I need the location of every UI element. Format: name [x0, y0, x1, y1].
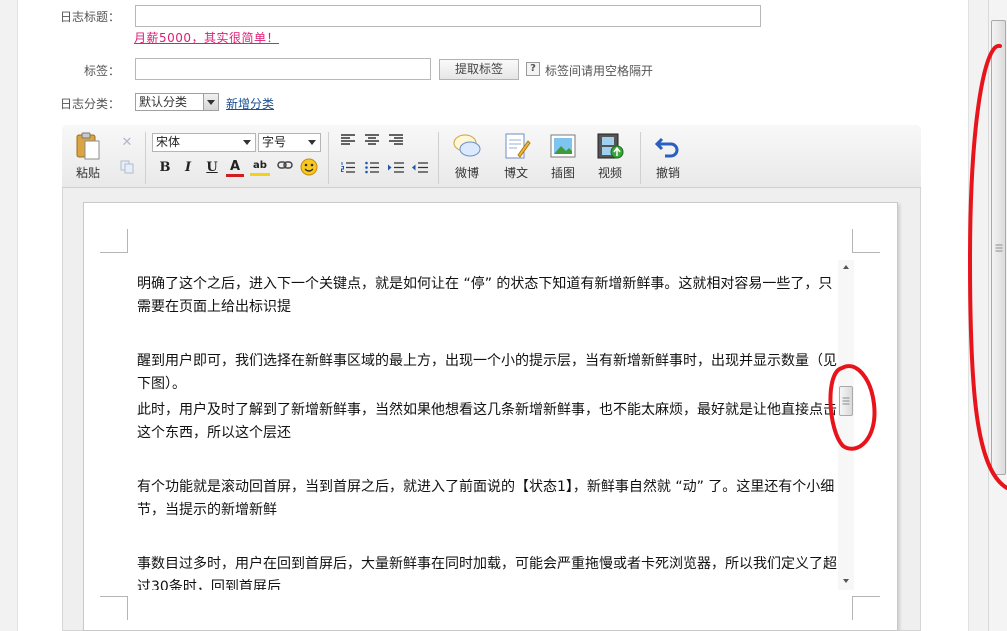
insert-image-label: 插图 — [550, 166, 575, 180]
blog-article-label: 博文 — [503, 166, 528, 180]
link-icon[interactable] — [276, 159, 294, 177]
extract-tags-button[interactable]: 提取标签 — [439, 59, 519, 80]
weibo-label: 微博 — [454, 166, 479, 180]
paragraph: 醒到用户即可，我们选择在新鲜事区域的最上方，出现一个小的提示层，当有新增新鲜事时… — [137, 353, 837, 392]
highlight-button[interactable]: ab — [250, 157, 270, 176]
align-center-icon[interactable] — [363, 134, 381, 152]
paste-button[interactable]: 粘贴 — [68, 131, 108, 181]
title-input[interactable] — [135, 5, 761, 27]
outdent-icon[interactable] — [411, 161, 429, 179]
cut-icon[interactable]: ✕ — [118, 134, 136, 152]
undo-button[interactable]: 撤销 — [648, 131, 688, 181]
chevron-down-icon[interactable] — [203, 94, 218, 110]
video-label: 视频 — [597, 166, 622, 180]
editor-content[interactable]: 明确了这个之后，进入下一个关键点，就是如何让在 “停” 的状态下知道有新增新鲜事… — [137, 252, 837, 590]
align-left-icon[interactable] — [339, 134, 357, 152]
unordered-list-icon[interactable] — [363, 161, 381, 179]
scroll-grip-icon — [842, 397, 850, 405]
align-right-icon[interactable] — [387, 134, 405, 152]
font-size-value: 字号 — [262, 135, 287, 149]
paragraph: 此时，用户及时了解到了新增新鲜事，当然如果他想看这几条新增新鲜事，也不能太麻烦，… — [137, 402, 837, 441]
paragraph: 事数目过多时，用户在回到首屏后，大量新鲜事在同时加载，可能会严重拖慢或者卡死浏览… — [137, 556, 837, 590]
font-family-value: 宋体 — [156, 135, 181, 149]
copy-icon[interactable] — [118, 160, 136, 178]
category-label: 日志分类： — [59, 97, 120, 111]
category-selected-value: 默认分类 — [139, 95, 188, 109]
toolbar-separator — [145, 132, 146, 184]
font-family-select[interactable]: 宋体 — [152, 133, 256, 152]
scroll-down-icon[interactable] — [838, 574, 854, 588]
image-icon — [550, 134, 576, 158]
toolbar-separator — [328, 132, 329, 184]
ordered-list-icon[interactable] — [339, 161, 357, 179]
extract-tags-label: 提取标签 — [454, 62, 503, 76]
left-gutter — [0, 0, 18, 631]
undo-label: 撤销 — [655, 166, 680, 180]
video-button[interactable]: 视频 — [590, 131, 630, 181]
toolbar-separator — [640, 132, 641, 184]
help-icon[interactable]: ? — [526, 62, 540, 76]
undo-arrow-icon — [654, 137, 679, 158]
category-select[interactable]: 默认分类 — [135, 93, 219, 111]
tags-hint: 标签间请用空格隔开 — [545, 64, 654, 78]
page-corner-mark — [852, 229, 880, 253]
new-category-link[interactable]: 新增分类 — [226, 95, 274, 112]
window-scroll-thumb[interactable] — [991, 20, 1006, 475]
bold-button[interactable]: B — [156, 159, 174, 177]
promo-link[interactable]: 月薪5000，其实很简单！ — [134, 29, 279, 46]
editor-scrollbar[interactable] — [838, 260, 854, 590]
weibo-button[interactable]: 微博 — [447, 131, 487, 181]
title-label: 日志标题： — [59, 10, 120, 24]
editor-scroll-thumb[interactable] — [839, 386, 853, 416]
paste-label: 粘贴 — [75, 166, 100, 180]
document-pen-icon — [505, 133, 531, 159]
emoticon-icon[interactable] — [300, 158, 318, 176]
clipboard-icon — [76, 132, 100, 160]
scroll-grip-icon — [995, 244, 1002, 251]
page-corner-mark — [100, 229, 128, 253]
indent-icon[interactable] — [387, 161, 405, 179]
right-gutter — [968, 0, 988, 631]
toolbar-separator — [438, 132, 439, 184]
scroll-up-icon[interactable] — [838, 260, 854, 274]
page-corner-mark — [100, 596, 128, 620]
font-size-select[interactable]: 字号 — [258, 133, 321, 152]
tags-input[interactable] — [135, 58, 431, 80]
paragraph: 明确了这个之后，进入下一个关键点，就是如何让在 “停” 的状态下知道有新增新鲜事… — [137, 276, 833, 315]
font-color-button[interactable]: A — [226, 158, 244, 177]
insert-image-button[interactable]: 插图 — [543, 131, 583, 181]
blog-article-button[interactable]: 博文 — [496, 131, 536, 181]
tags-label: 标签： — [83, 64, 120, 78]
underline-button[interactable]: U — [203, 159, 221, 177]
window-scrollbar[interactable] — [988, 0, 1007, 631]
speech-bubble-icon — [453, 134, 481, 157]
film-icon — [597, 133, 624, 159]
italic-button[interactable]: I — [179, 159, 197, 177]
page-corner-mark — [852, 596, 880, 620]
paragraph: 有个功能就是滚动回首屏，当到首屏之后，就进入了前面说的【状态1】，新鲜事自然就 … — [137, 479, 835, 518]
